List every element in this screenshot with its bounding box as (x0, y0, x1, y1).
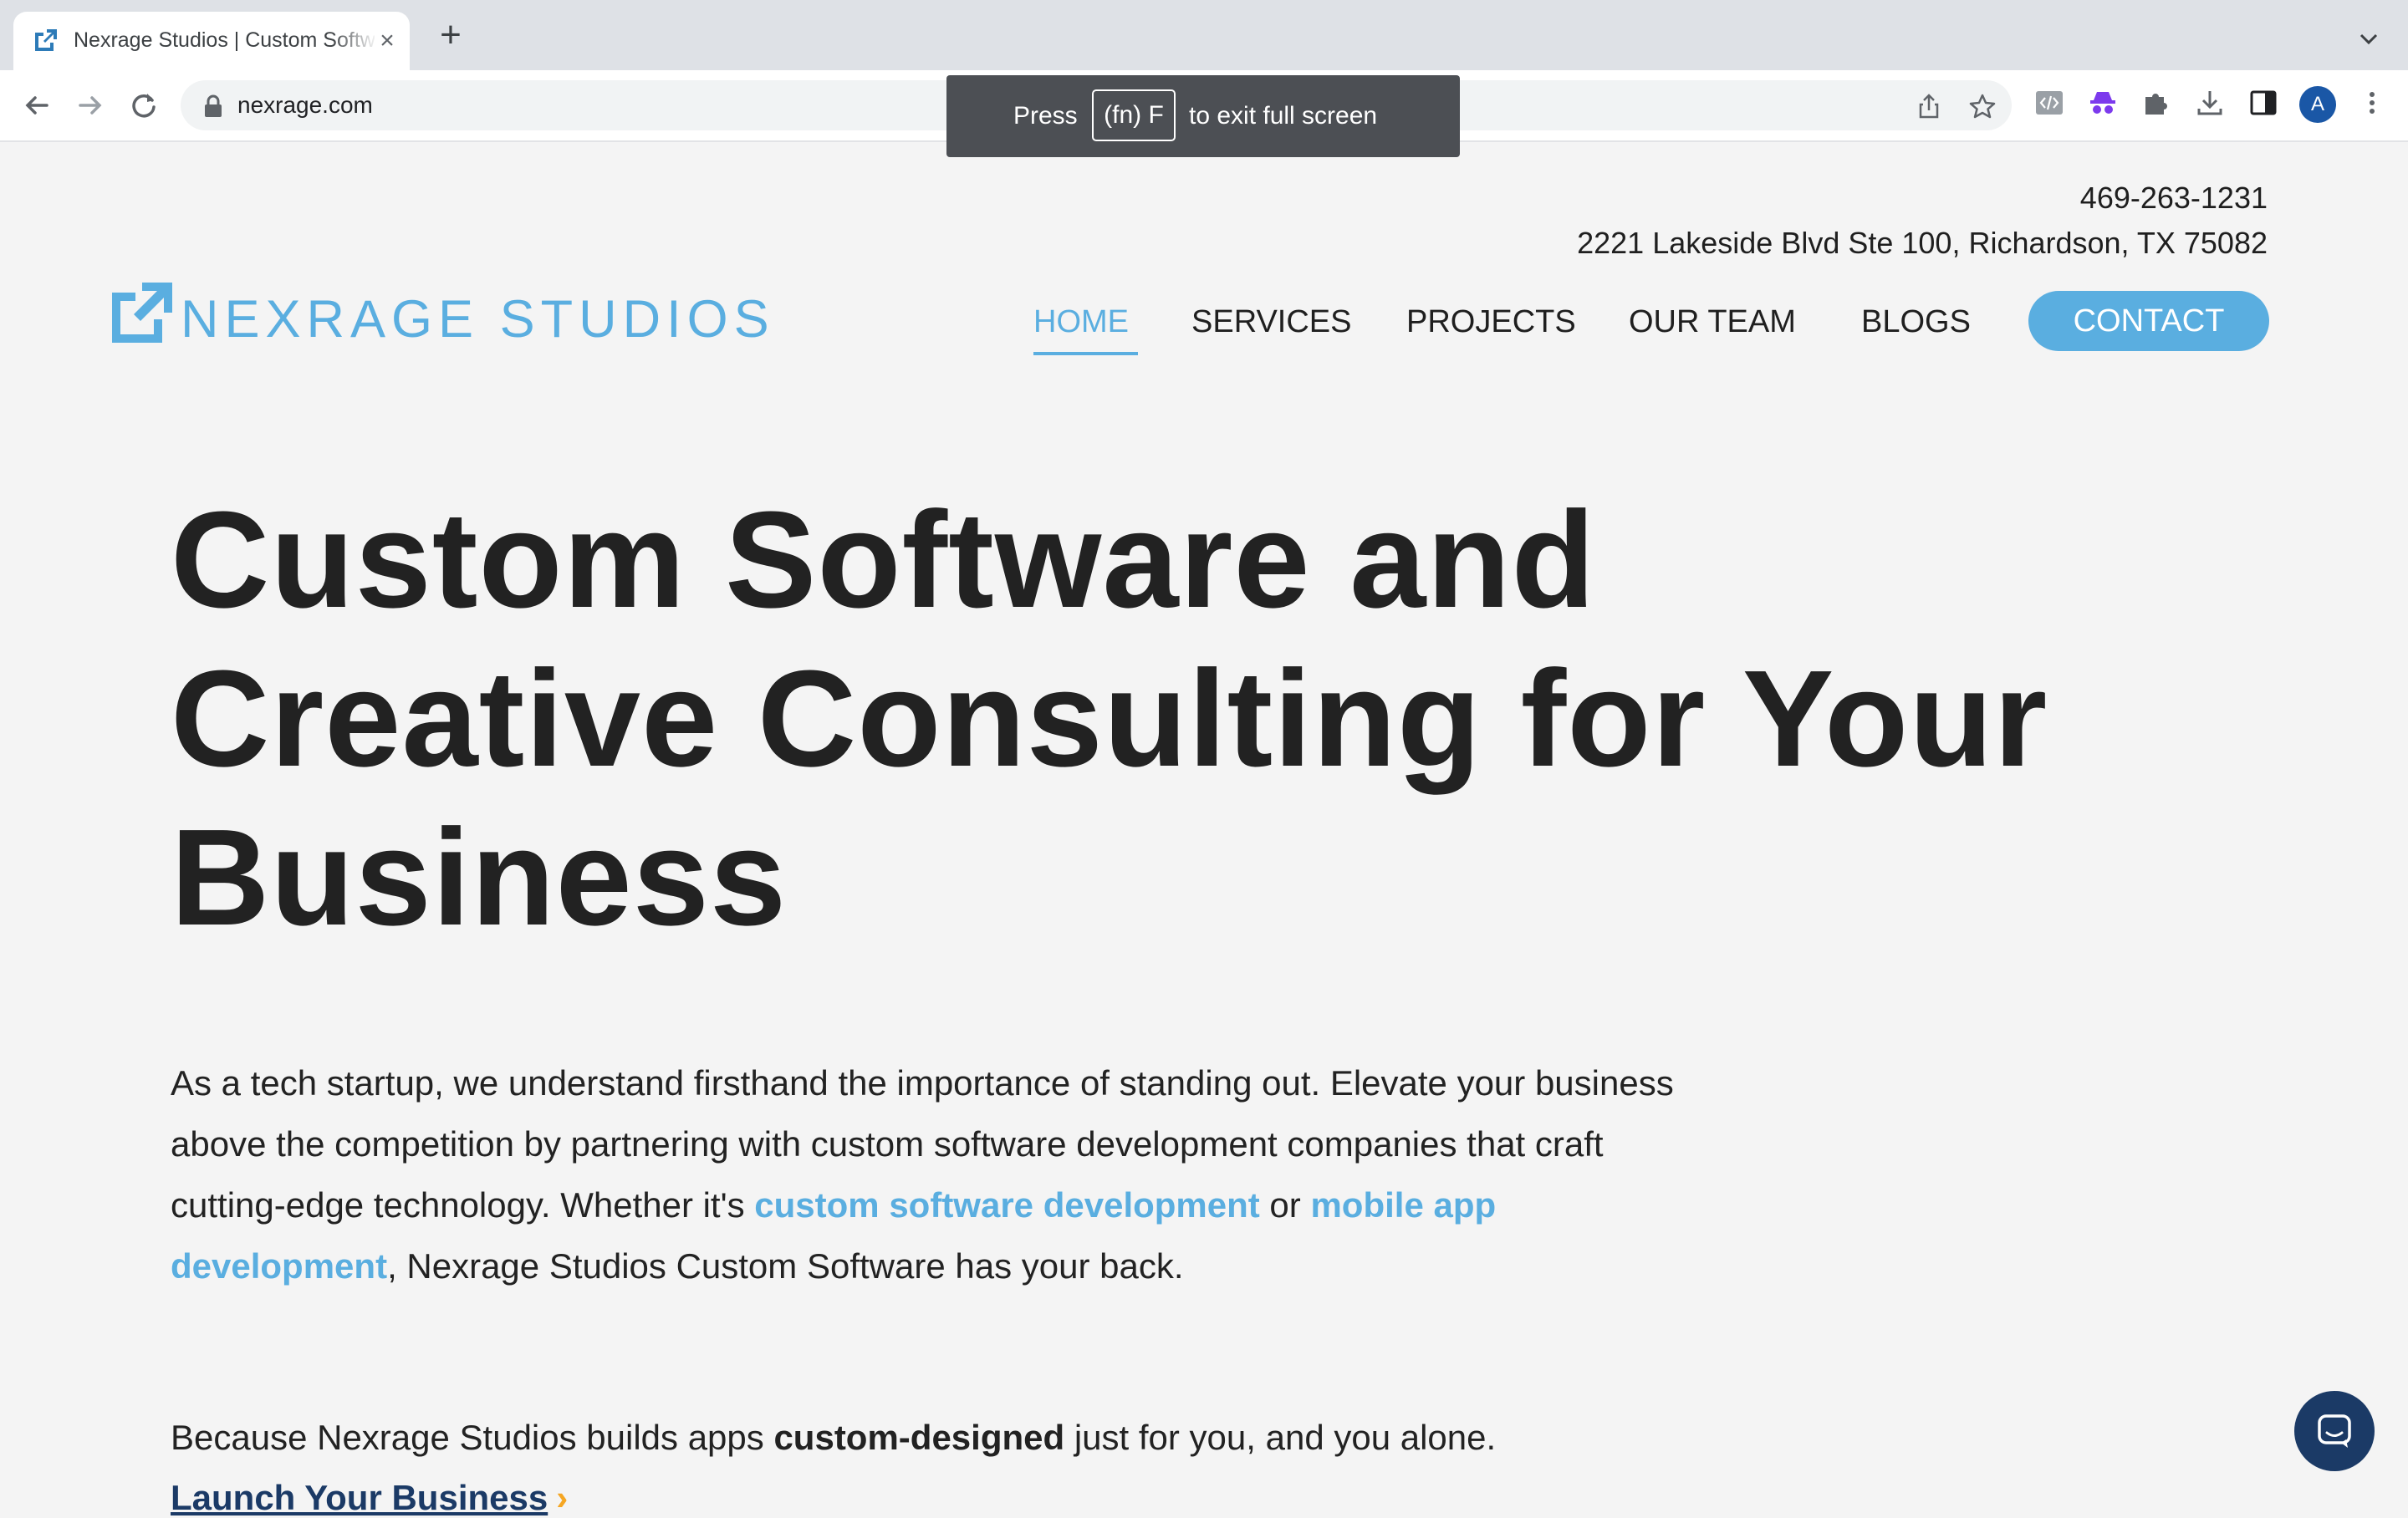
side-panel-icon[interactable] (2247, 87, 2279, 119)
tab-title-fade (331, 23, 378, 57)
lock-icon[interactable] (202, 94, 224, 119)
nav-home-underline (1033, 352, 1138, 355)
browser-menu-icon[interactable] (2356, 87, 2388, 119)
fullscreen-key-hint: (fn) F (1092, 89, 1176, 141)
hero-title-line-3: Business (171, 801, 788, 954)
reload-icon[interactable] (125, 87, 162, 124)
profile-avatar[interactable]: A (2299, 86, 2336, 123)
chevron-right-icon: › (556, 1478, 569, 1517)
forward-arrow-icon[interactable] (72, 87, 109, 124)
code-extension-icon[interactable] (2033, 87, 2065, 119)
tagline-paragraph: Because Nexrage Studios builds apps cust… (171, 1418, 1843, 1458)
back-arrow-icon[interactable] (18, 87, 55, 124)
nexrage-logo-mark-icon (112, 283, 172, 343)
hero-title: Custom Software and Creative Consulting … (171, 481, 2261, 957)
fullscreen-notice: Press (fn) F to exit full screen (946, 75, 1460, 157)
incognito-extension-icon[interactable] (2087, 87, 2119, 119)
hero-title-line-1: Custom Software and (171, 483, 1596, 636)
contact-button[interactable]: CONTACT (2028, 291, 2269, 351)
header-address: 2221 Lakeside Blvd Ste 100, Richardson, … (1577, 226, 2268, 260)
custom-software-link[interactable]: custom software development (754, 1185, 1259, 1225)
chat-widget-button[interactable] (2294, 1391, 2375, 1471)
header-phone[interactable]: 469-263-1231 (2080, 181, 2268, 216)
download-icon[interactable] (2194, 87, 2226, 119)
hero-title-line-2: Creative Consulting for Your (171, 642, 2048, 795)
tagline-start: Because Nexrage Studios builds apps (171, 1418, 774, 1457)
intro-text-end: , Nexrage Studios Custom Software has yo… (387, 1246, 1184, 1286)
intro-text-mid: or (1259, 1185, 1311, 1225)
nav-home[interactable]: HOME (1033, 304, 1129, 340)
fullscreen-press-text: Press (1013, 102, 1078, 130)
logo-text: NEXRAGE STUDIOS (181, 290, 775, 349)
tab-title: Nexrage Studios | Custom Software and Cr… (74, 28, 375, 52)
browser-tab-strip: Nexrage Studios | Custom Software and Cr… (0, 0, 2408, 70)
intro-paragraph: As a tech startup, we understand firstha… (171, 1052, 1726, 1296)
nav-services[interactable]: SERVICES (1191, 304, 1351, 340)
puzzle-extensions-icon[interactable] (2140, 87, 2172, 119)
tab-close-icon[interactable]: × (375, 28, 400, 53)
nav-blogs[interactable]: BLOGS (1861, 304, 1971, 340)
tagline-end: just for you, and you alone. (1064, 1418, 1497, 1457)
nav-projects[interactable]: PROJECTS (1406, 304, 1576, 340)
nav-our-team[interactable]: OUR TEAM (1629, 304, 1796, 340)
new-tab-button[interactable]: + (433, 17, 468, 53)
launch-your-business-link[interactable]: Launch Your Business › (171, 1478, 568, 1518)
chat-bubble-icon (2318, 1414, 2351, 1448)
share-icon[interactable] (1915, 92, 1943, 120)
browser-tab[interactable]: Nexrage Studios | Custom Software and Cr… (13, 12, 410, 70)
site-logo[interactable]: NEXRAGE STUDIOS (110, 281, 769, 349)
nexrage-favicon-icon (35, 29, 57, 51)
url-text[interactable]: nexrage.com (237, 92, 373, 119)
star-icon[interactable] (1968, 92, 1997, 120)
chevron-down-icon[interactable] (2354, 25, 2383, 53)
tagline-bold: custom-designed (773, 1418, 1065, 1457)
fullscreen-exit-text: to exit full screen (1189, 102, 1378, 130)
launch-link-label: Launch Your Business (171, 1478, 548, 1517)
